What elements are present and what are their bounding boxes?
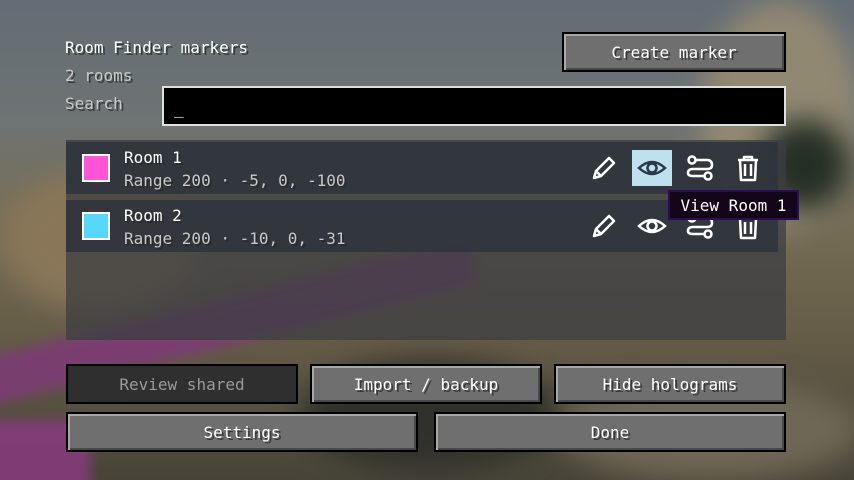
view-room-tooltip: View Room 1 <box>668 190 799 220</box>
room-name: Room 2 <box>124 206 182 225</box>
search-label: Search <box>65 94 123 113</box>
search-input[interactable] <box>172 98 780 119</box>
import-backup-button[interactable]: Import / backup <box>310 364 542 404</box>
done-button[interactable]: Done <box>434 412 786 452</box>
view-room-button[interactable] <box>632 150 672 186</box>
eye-icon <box>637 160 667 176</box>
settings-button[interactable]: Settings <box>66 412 418 452</box>
hide-holograms-button[interactable]: Hide holograms <box>554 364 786 404</box>
room-info: Range 200 · -5, 0, -100 <box>124 171 346 190</box>
room-info: Range 200 · -10, 0, -31 <box>124 229 346 248</box>
pencil-icon <box>592 214 616 238</box>
search-field[interactable] <box>162 86 786 126</box>
list-item[interactable]: Room 1 Range 200 · -5, 0, -100 <box>66 142 778 194</box>
room-color-swatch <box>82 212 110 240</box>
room-list[interactable]: Room 1 Range 200 · -5, 0, -100 Room 2 Ra… <box>66 140 786 340</box>
room-name: Room 1 <box>124 148 182 167</box>
trash-icon <box>738 155 758 182</box>
create-marker-button[interactable]: Create marker <box>562 32 786 72</box>
edit-room-button[interactable] <box>584 150 624 186</box>
room-color-swatch <box>82 154 110 182</box>
eye-icon <box>637 218 667 234</box>
edit-room-button[interactable] <box>584 208 624 244</box>
pencil-icon <box>592 156 616 180</box>
delete-room-button[interactable] <box>728 150 768 186</box>
screen-title: Room Finder markers <box>65 38 249 57</box>
route-room-button[interactable] <box>680 150 720 186</box>
room-count: 2 rooms <box>65 66 133 85</box>
route-icon <box>686 155 714 181</box>
view-room-button[interactable] <box>632 208 672 244</box>
review-shared-button[interactable]: Review shared <box>66 364 298 404</box>
